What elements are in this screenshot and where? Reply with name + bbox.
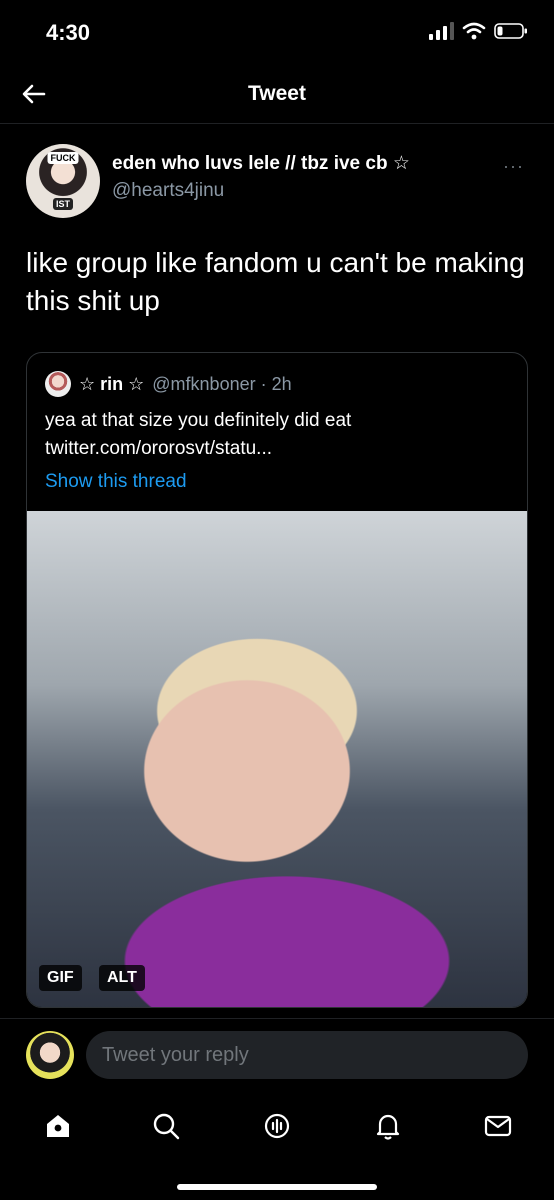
alt-text-badge[interactable]: ALT	[99, 965, 145, 991]
avatar-tag-bottom: IST	[52, 198, 74, 210]
quoted-author-name: ☆ rin ☆	[79, 373, 145, 394]
status-icons	[428, 22, 528, 40]
notifications-icon	[376, 1114, 400, 1140]
tab-messages[interactable]	[478, 1106, 518, 1146]
quoted-author-handle-time: @mfknboner · 2h	[152, 373, 292, 394]
my-avatar	[26, 1031, 74, 1079]
quoted-tweet-text: yea at that size you definitely did eat …	[45, 410, 352, 459]
avatar-tag-top: FUCK	[47, 152, 79, 164]
page-title: Tweet	[248, 82, 306, 105]
tweet-author-row: FUCK IST eden who luvs lele // tbz ive c…	[26, 144, 528, 218]
top-bar: Tweet	[0, 64, 554, 124]
reply-input[interactable]	[86, 1031, 528, 1079]
tab-notifications[interactable]	[368, 1106, 408, 1146]
author-handle[interactable]: @hearts4jinu	[112, 180, 224, 202]
tweet-text: like group like fandom u can't be making…	[26, 247, 525, 316]
home-icon	[47, 1115, 69, 1137]
status-time: 4:30	[46, 20, 91, 45]
reply-bar	[0, 1018, 554, 1092]
author-avatar[interactable]: FUCK IST	[26, 144, 100, 218]
tab-home[interactable]	[38, 1106, 78, 1146]
spaces-icon	[264, 1113, 290, 1139]
show-thread-link[interactable]: Show this thread	[45, 471, 187, 493]
gif-media[interactable]: GIF ALT	[27, 511, 527, 1007]
search-icon	[153, 1113, 180, 1140]
quoted-author-avatar	[45, 371, 71, 397]
tab-search[interactable]	[146, 1106, 186, 1146]
author-name[interactable]: eden who luvs lele // tbz ive cb ☆	[112, 152, 410, 175]
home-indicator	[177, 1184, 377, 1190]
quoted-tweet-header: ☆ rin ☆ @mfknboner · 2h	[45, 371, 292, 397]
signal-icon	[429, 22, 454, 40]
bottom-tab-bar	[0, 1092, 554, 1200]
messages-icon	[484, 1115, 512, 1137]
status-bar: 4:30	[0, 0, 554, 64]
quoted-tweet[interactable]: ☆ rin ☆ @mfknboner · 2h yea at that size…	[26, 352, 528, 1008]
more-options-icon[interactable]: ···	[503, 156, 524, 177]
wifi-icon	[462, 22, 486, 40]
tab-spaces[interactable]	[257, 1106, 297, 1146]
battery-icon	[494, 23, 527, 39]
gif-badge: GIF	[39, 965, 82, 991]
